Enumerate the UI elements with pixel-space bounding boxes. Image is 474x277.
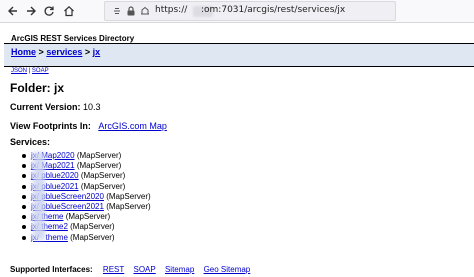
- bullet-icon: [22, 235, 26, 240]
- service-type: (MapServer): [80, 171, 126, 181]
- bullet-icon: [22, 184, 26, 189]
- footprints-label: View Footprints In:: [10, 121, 91, 131]
- services-heading: Services:: [10, 137, 50, 147]
- forward-button[interactable]: [22, 2, 40, 20]
- reload-icon: [44, 6, 54, 16]
- geo-sitemap-link[interactable]: Geo Sitemap: [204, 265, 251, 274]
- bullet-icon: [22, 164, 26, 169]
- json-link[interactable]: JSON: [11, 68, 27, 74]
- bullet-icon: [22, 204, 26, 209]
- bullet-icon: [22, 174, 26, 179]
- page-info-icon[interactable]: [111, 5, 123, 17]
- browser-toolbar: https:// :om:7031/arcgis/rest/services/j…: [0, 0, 474, 23]
- back-button[interactable]: [4, 2, 22, 20]
- current-version-label: Current Version:: [10, 102, 81, 112]
- bullet-icon: [22, 194, 26, 199]
- service-type: (MapServer): [65, 212, 111, 222]
- footprints-row: View Footprints In: ArcGIS.com Map: [10, 121, 167, 131]
- service-type: (MapServer): [70, 232, 115, 242]
- current-version-value: 10.3: [83, 102, 101, 112]
- sitemap-link[interactable]: Sitemap: [165, 265, 194, 274]
- current-version-row: Current Version: 10.3: [10, 102, 101, 112]
- page-header-title: ArcGIS REST Services Directory: [11, 34, 135, 43]
- service-type: (MapServer): [76, 161, 122, 171]
- service-type: (MapServer): [106, 201, 151, 211]
- bullet-icon: [22, 225, 26, 230]
- arcgis-map-link[interactable]: ArcGIS.com Map: [98, 121, 167, 131]
- service-type: (MapServer): [70, 222, 115, 232]
- breadcrumb-home-link[interactable]: Home: [11, 47, 36, 57]
- interfaces-label: Supported Interfaces:: [10, 265, 93, 274]
- forward-arrow-icon: [27, 6, 36, 16]
- bullet-icon: [22, 154, 26, 158]
- rest-link[interactable]: REST: [103, 265, 124, 274]
- redaction-blur: [33, 152, 45, 240]
- supported-interfaces: Supported Interfaces: REST SOAP Sitemap …: [10, 265, 257, 274]
- services-label: Services:: [10, 137, 51, 147]
- home-icon: [64, 5, 74, 17]
- breadcrumb-current-link[interactable]: jx: [93, 47, 101, 57]
- lock-icon[interactable]: [125, 5, 137, 17]
- breadcrumb-bar: Home > services > jx: [4, 43, 474, 67]
- permissions-icon[interactable]: [139, 5, 151, 17]
- breadcrumb-services-link[interactable]: services: [46, 47, 82, 57]
- format-divider: |: [28, 68, 31, 74]
- breadcrumb-separator: >: [84, 47, 91, 57]
- url-path: :om:7031/arcgis/rest/services/jx: [201, 5, 346, 15]
- back-arrow-icon: [8, 6, 17, 16]
- bullet-icon: [22, 215, 26, 220]
- format-links: JSON | SOAP: [11, 68, 49, 74]
- service-type: (MapServer): [76, 151, 122, 160]
- home-button[interactable]: [60, 2, 78, 20]
- reload-button[interactable]: [40, 2, 58, 20]
- address-bar[interactable]: https:// :om:7031/arcgis/rest/services/j…: [104, 1, 396, 21]
- service-type: (MapServer): [80, 181, 126, 191]
- url-scheme: https://: [155, 5, 188, 15]
- breadcrumb: Home > services > jx: [11, 47, 100, 57]
- soap-interface-link[interactable]: SOAP: [134, 265, 156, 274]
- breadcrumb-separator: >: [38, 47, 44, 57]
- folder-title: Folder: jx: [10, 81, 65, 95]
- service-type: (MapServer): [106, 191, 151, 201]
- soap-link[interactable]: SOAP: [32, 68, 49, 74]
